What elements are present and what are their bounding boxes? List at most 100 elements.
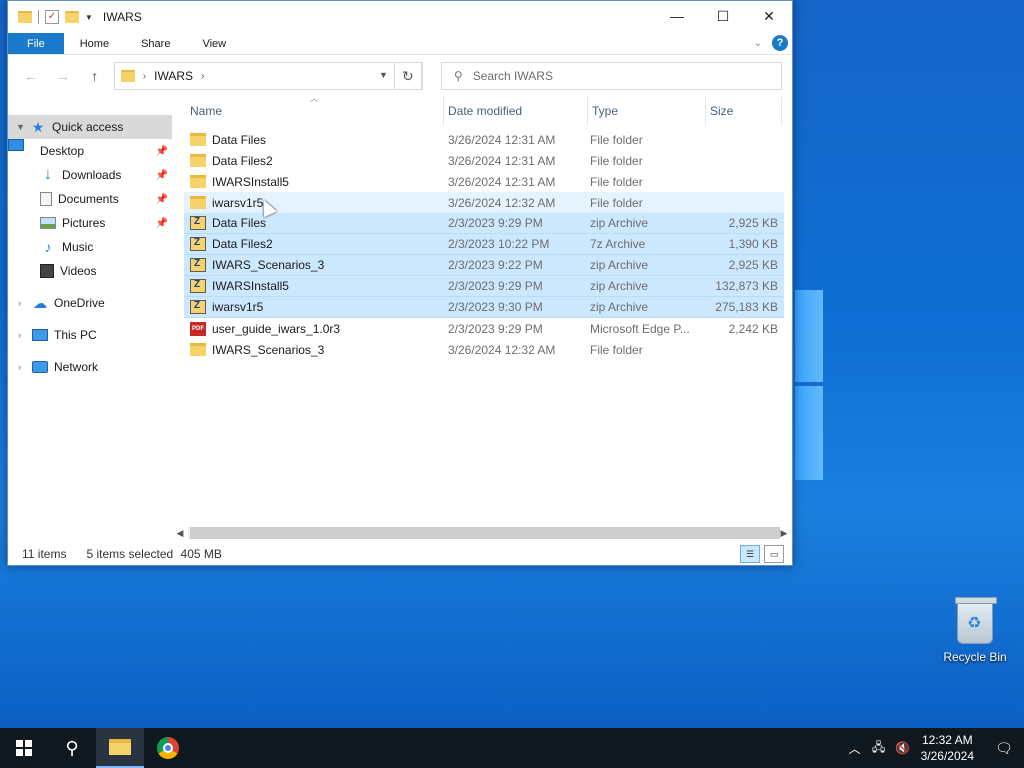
horizontal-scrollbar[interactable]: ◀ ▶ <box>172 525 792 541</box>
properties-icon[interactable]: ✓ <box>45 10 59 24</box>
file-name-cell[interactable]: IWARSInstall5 <box>184 175 446 189</box>
table-row[interactable]: Data Files2 2/3/2023 10:22 PM 7z Archive 1,… <box>184 234 784 255</box>
chevron-right-icon[interactable]: › <box>18 362 32 372</box>
clock[interactable]: 12:32 AM 3/26/2024 <box>921 732 974 764</box>
scroll-left-icon[interactable]: ◀ <box>172 528 188 539</box>
tab-file[interactable]: File <box>8 33 64 54</box>
nav-item-desktop[interactable]: Desktop 📌 <box>8 139 172 163</box>
nav-quick-access[interactable]: ▼ ★ Quick access <box>8 115 172 139</box>
refresh-button[interactable]: ↻ <box>393 62 422 90</box>
expand-ribbon-icon[interactable]: ⌄ <box>754 38 762 49</box>
file-name-cell[interactable]: PDF user_guide_iwars_1.0r3 <box>184 321 446 336</box>
tab-home[interactable]: Home <box>64 33 125 54</box>
file-name-cell[interactable]: IWARSInstall5 <box>184 279 446 293</box>
tab-share[interactable]: Share <box>125 33 186 54</box>
file-date: 3/26/2024 12:32 AM <box>448 195 556 210</box>
file-name-cell[interactable]: IWARS_Scenarios_3 <box>184 343 446 357</box>
help-icon[interactable]: ? <box>772 35 788 51</box>
customize-toolbar-icon[interactable]: ▼ <box>85 13 93 22</box>
start-button[interactable] <box>0 728 48 768</box>
nav-item-network[interactable]: › Network <box>8 355 172 379</box>
file-name: IWARS_Scenarios_3 <box>212 258 325 272</box>
chevron-right-icon[interactable]: › <box>143 71 146 82</box>
table-row[interactable]: Data Files 2/3/2023 9:29 PM zip Archive 2,9… <box>184 213 784 234</box>
minimize-button[interactable]: — <box>654 1 700 31</box>
file-name: IWARSInstall5 <box>212 279 289 293</box>
file-date: 3/26/2024 12:31 AM <box>448 174 556 189</box>
column-header-size[interactable]: Size <box>706 97 782 125</box>
details-view-button[interactable]: ☰ <box>740 545 760 563</box>
file-name-cell[interactable]: Data Files <box>184 133 446 147</box>
nav-item-music[interactable]: ♪ Music <box>8 235 172 259</box>
file-name-cell[interactable]: Data Files2 <box>184 154 446 168</box>
nav-label: Videos <box>60 264 97 278</box>
column-header-date[interactable]: Date modified <box>444 97 588 125</box>
music-icon: ♪ <box>44 239 52 255</box>
chevron-down-icon[interactable]: ▼ <box>16 122 30 132</box>
file-type: zip Archive <box>590 279 649 293</box>
tab-view[interactable]: View <box>186 33 242 54</box>
table-row[interactable]: IWARS_Scenarios_3 3/26/2024 12:32 AM File … <box>184 339 784 360</box>
chevron-right-icon[interactable]: › <box>18 298 32 308</box>
table-row[interactable]: iwarsv1r5 2/3/2023 9:30 PM zip Archive 275,… <box>184 297 784 318</box>
pictures-icon <box>40 217 56 229</box>
pin-icon: 📌 <box>155 217 168 229</box>
table-row[interactable]: IWARSInstall5 2/3/2023 9:29 PM zip Archive… <box>184 276 784 297</box>
file-name-cell[interactable]: iwarsv1r5 <box>184 300 446 314</box>
table-row[interactable]: Data Files 3/26/2024 12:31 AM File folder <box>184 129 784 150</box>
file-name-cell[interactable]: Data Files2 <box>184 237 446 251</box>
videos-icon <box>40 264 54 278</box>
folder-icon <box>190 343 206 356</box>
forward-button[interactable]: → <box>50 63 76 89</box>
nav-item-downloads[interactable]: ↓ Downloads 📌 <box>8 163 172 187</box>
archive-icon <box>190 279 206 293</box>
scroll-track[interactable] <box>188 527 780 539</box>
search-input[interactable] <box>472 69 753 83</box>
selection-info: 5 items selected 405 MB <box>86 547 221 561</box>
file-name-cell[interactable]: iwarsv1r5 <box>184 196 446 210</box>
selected-count: 5 items selected <box>86 547 174 561</box>
file-name-cell[interactable]: IWARS_Scenarios_3 <box>184 258 446 272</box>
scroll-thumb[interactable] <box>190 527 780 539</box>
nav-item-pictures[interactable]: Pictures 📌 <box>8 211 172 235</box>
new-folder-icon[interactable] <box>65 11 79 23</box>
column-header-name[interactable]: Name <box>186 97 444 125</box>
network-status-icon[interactable]: 🖧 <box>867 738 891 759</box>
nav-item-onedrive[interactable]: › ☁ OneDrive <box>8 291 172 315</box>
search-box[interactable]: ⚲ <box>440 62 782 90</box>
taskbar-file-explorer[interactable] <box>96 728 144 768</box>
show-hidden-icons-icon[interactable]: ︿ <box>843 740 867 757</box>
nav-item-documents[interactable]: Documents 📌 <box>8 187 172 211</box>
maximize-button[interactable]: ☐ <box>700 1 746 31</box>
chevron-down-icon[interactable]: ▼ <box>379 70 388 80</box>
chevron-right-icon[interactable]: › <box>18 330 32 340</box>
nav-item-videos[interactable]: Videos <box>8 259 172 283</box>
table-row[interactable]: IWARS_Scenarios_3 2/3/2023 9:22 PM zip Arc… <box>184 255 784 276</box>
notifications-button[interactable]: 🗨 <box>984 728 1024 768</box>
chevron-right-icon[interactable]: › <box>201 71 204 82</box>
address-bar[interactable]: › IWARS › ▼ ↻ <box>113 62 423 90</box>
file-rows: Data Files 3/26/2024 12:31 AM File folder D… <box>184 129 784 360</box>
column-header-type[interactable]: Type <box>588 97 706 125</box>
nav-item-this-pc[interactable]: › This PC <box>8 323 172 347</box>
star-icon: ★ <box>31 118 45 135</box>
table-row[interactable]: IWARSInstall5 3/26/2024 12:31 AM File fold… <box>184 171 784 192</box>
back-button[interactable]: ← <box>18 63 44 89</box>
desktop-icon <box>8 139 24 151</box>
table-row[interactable]: Data Files2 3/26/2024 12:31 AM File folder <box>184 150 784 171</box>
recycle-bin-label: Recycle Bin <box>943 650 1007 664</box>
recycle-bin-shortcut[interactable]: ♻ Recycle Bin <box>940 597 1010 672</box>
up-button[interactable]: ↑ <box>82 63 108 89</box>
search-button[interactable]: ⚲ <box>48 728 96 768</box>
large-icons-view-button[interactable]: ▭ <box>764 545 784 563</box>
file-type: 7z Archive <box>590 237 646 251</box>
breadcrumb-iwars[interactable]: IWARS <box>154 69 193 83</box>
search-icon: ⚲ <box>453 69 463 83</box>
file-name-cell[interactable]: Data Files <box>184 216 446 230</box>
title-bar[interactable]: ✓ ▼ IWARS — ☐ ✕ <box>8 1 792 33</box>
volume-muted-icon[interactable]: 🔇 <box>891 741 915 755</box>
table-row[interactable]: PDF user_guide_iwars_1.0r3 2/3/2023 9:29 P… <box>184 318 784 339</box>
taskbar-chrome[interactable] <box>144 728 192 768</box>
windows-icon <box>16 740 32 756</box>
close-button[interactable]: ✕ <box>746 1 792 31</box>
